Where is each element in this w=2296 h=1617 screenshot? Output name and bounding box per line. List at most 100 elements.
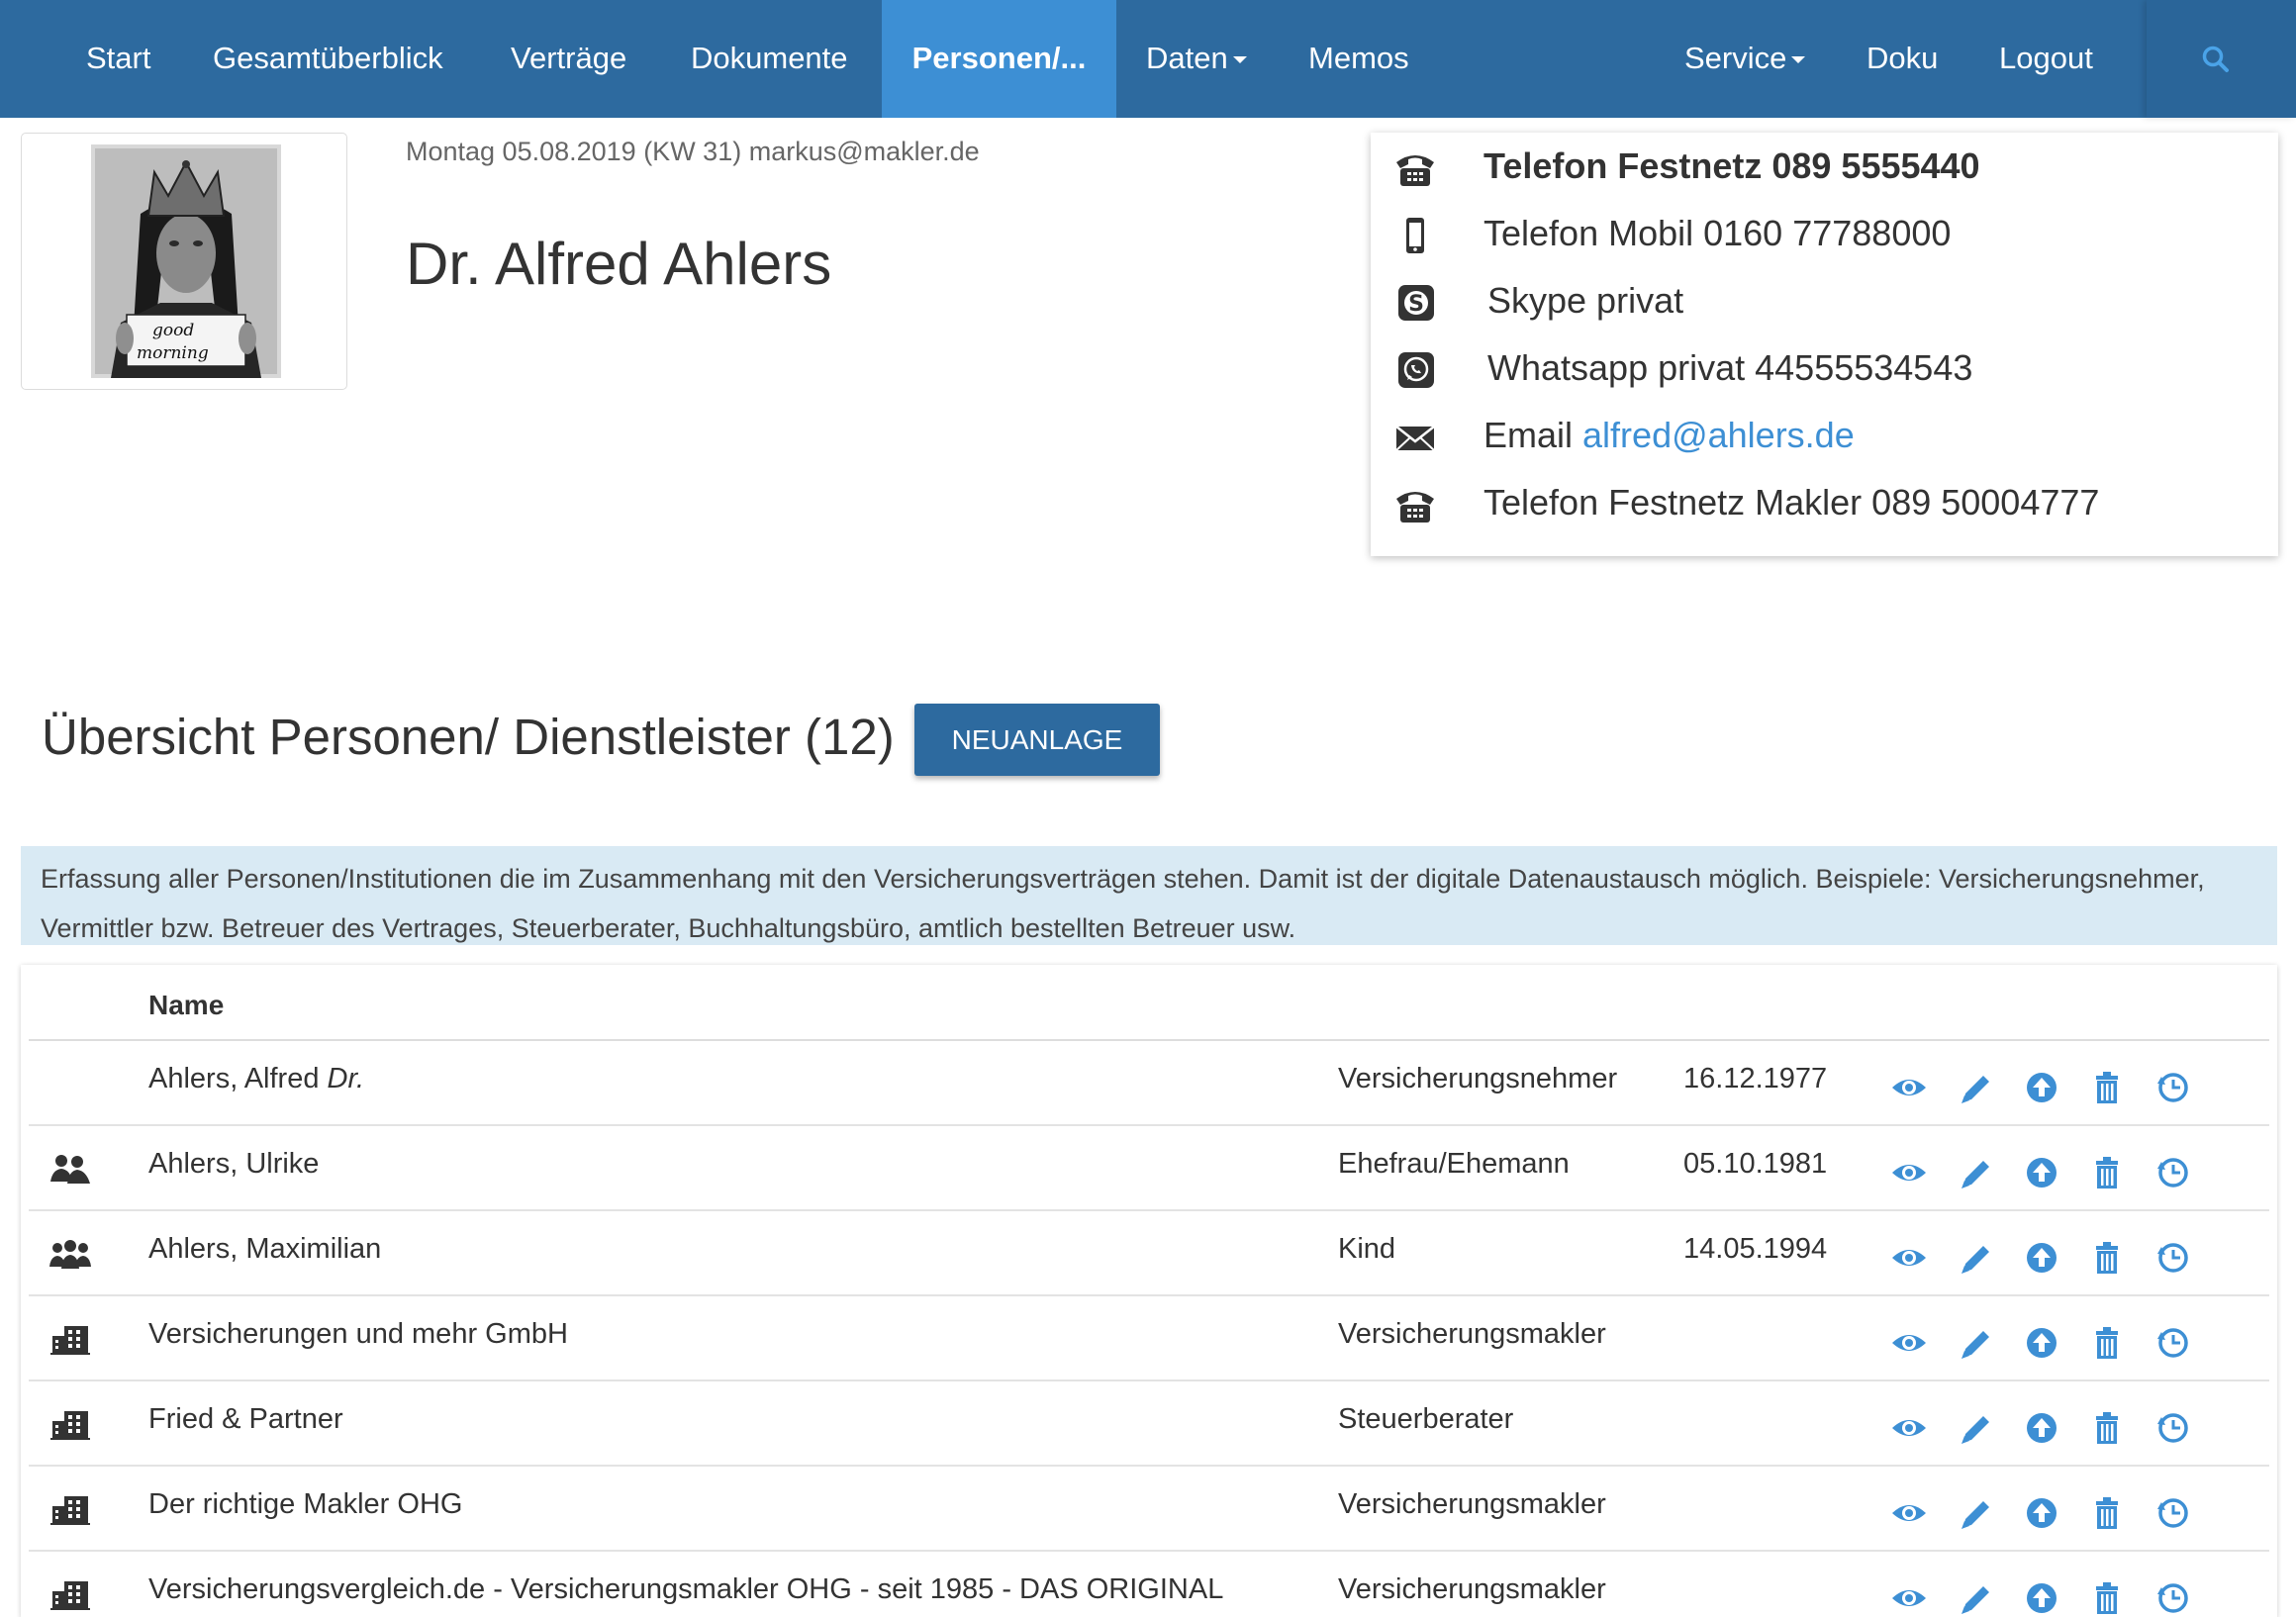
upload-button[interactable] xyxy=(2022,1578,2061,1617)
nav-service[interactable]: Service xyxy=(1684,0,1806,118)
row-name-text: Ahlers, Alfred xyxy=(148,1063,328,1094)
nav-logout[interactable]: Logout xyxy=(1999,0,2093,118)
row-date: 16.12.1977 xyxy=(1683,1063,1828,1094)
history-button[interactable] xyxy=(2153,1408,2193,1448)
delete-button[interactable] xyxy=(2087,1493,2127,1533)
upload-icon xyxy=(2027,1583,2057,1613)
search-button[interactable] xyxy=(2147,0,2296,118)
nav-vertraege[interactable]: Verträge xyxy=(511,0,626,118)
delete-button[interactable] xyxy=(2087,1323,2127,1363)
row-role: Steuerberater xyxy=(1338,1403,1514,1435)
persons-table: Name Ahlers, Alfred Dr. Versicherungsnehm… xyxy=(21,965,2277,1617)
table-row[interactable]: Versicherungsvergleich.de - Versicherung… xyxy=(29,1552,2269,1617)
row-name[interactable]: Versicherungen und mehr GmbH xyxy=(148,1318,568,1351)
contact-text: Telefon Mobil 0160 77788000 xyxy=(1483,213,1952,253)
upload-button[interactable] xyxy=(2022,1238,2061,1278)
view-button[interactable] xyxy=(1889,1408,1929,1448)
history-button[interactable] xyxy=(2153,1323,2193,1363)
row-role: Versicherungsmakler xyxy=(1338,1488,1606,1520)
view-button[interactable] xyxy=(1889,1068,1929,1107)
history-icon xyxy=(2157,1073,2188,1102)
edit-button[interactable] xyxy=(1956,1153,1995,1192)
edit-icon xyxy=(1961,1161,1989,1189)
view-button[interactable] xyxy=(1889,1238,1929,1278)
info-box: Erfassung aller Personen/Institutionen d… xyxy=(21,846,2277,945)
edit-button[interactable] xyxy=(1956,1408,1995,1448)
row-name-text: Versicherungen und mehr GmbH xyxy=(148,1318,568,1350)
upload-button[interactable] xyxy=(2022,1408,2061,1448)
new-entry-button[interactable]: NEUANLAGE xyxy=(914,704,1160,776)
contact-text: Telefon Festnetz Makler 089 50004777 xyxy=(1483,482,2100,523)
person-name: Dr. Alfred Ahlers xyxy=(406,231,832,297)
history-icon xyxy=(2157,1158,2188,1188)
table-row[interactable]: Ahlers, Alfred Dr. Versicherungsnehmer 16.… xyxy=(29,1041,2269,1126)
delete-button[interactable] xyxy=(2087,1578,2127,1617)
search-icon xyxy=(2202,46,2229,72)
top-navbar: Start Gesamtüberblick Verträge Dokumente… xyxy=(0,0,2296,118)
row-name[interactable]: Ahlers, Maximilian xyxy=(148,1233,381,1266)
upload-button[interactable] xyxy=(2022,1068,2061,1107)
couple-icon xyxy=(50,1155,90,1184)
row-role: Kind xyxy=(1338,1233,1396,1265)
view-button[interactable] xyxy=(1889,1578,1929,1617)
view-button[interactable] xyxy=(1889,1153,1929,1192)
contact-text: Email alfred@ahlers.de xyxy=(1483,415,1855,456)
edit-button[interactable] xyxy=(1956,1493,1995,1533)
view-button[interactable] xyxy=(1889,1493,1929,1533)
building-icon xyxy=(50,1581,90,1610)
view-button[interactable] xyxy=(1889,1323,1929,1363)
row-name[interactable]: Versicherungsvergleich.de - Versicherung… xyxy=(148,1573,1223,1606)
nav-doku[interactable]: Doku xyxy=(1866,0,1938,118)
upload-icon xyxy=(2027,1328,2057,1358)
nav-gesamtueberblick[interactable]: Gesamtüberblick xyxy=(213,0,443,118)
phone-icon xyxy=(1396,155,1434,186)
delete-button[interactable] xyxy=(2087,1238,2127,1278)
history-button[interactable] xyxy=(2153,1153,2193,1192)
row-name[interactable]: Der richtige Makler OHG xyxy=(148,1488,462,1521)
upload-button[interactable] xyxy=(2022,1493,2061,1533)
row-name[interactable]: Fried & Partner xyxy=(148,1403,343,1436)
table-row[interactable]: Ahlers, Maximilian Kind 14.05.1994 xyxy=(29,1211,2269,1296)
upload-button[interactable] xyxy=(2022,1323,2061,1363)
nav-personen[interactable]: Personen/... xyxy=(882,0,1116,118)
column-header-name[interactable]: Name xyxy=(148,990,224,1021)
trash-icon xyxy=(2096,1157,2118,1189)
edit-button[interactable] xyxy=(1956,1578,1995,1617)
eye-icon xyxy=(1892,1080,1926,1095)
history-icon xyxy=(2157,1498,2188,1528)
nav-daten[interactable]: Daten xyxy=(1146,0,1247,118)
history-button[interactable] xyxy=(2153,1578,2193,1617)
contact-card: Telefon Festnetz 089 5555440 Telefon Mob… xyxy=(1371,133,2278,556)
history-button[interactable] xyxy=(2153,1238,2193,1278)
edit-button[interactable] xyxy=(1956,1238,1995,1278)
profile-photo-card[interactable]: good morning xyxy=(21,133,347,390)
delete-button[interactable] xyxy=(2087,1153,2127,1192)
history-button[interactable] xyxy=(2153,1493,2193,1533)
trash-icon xyxy=(2096,1412,2118,1444)
nav-memos[interactable]: Memos xyxy=(1308,0,1409,118)
edit-button[interactable] xyxy=(1956,1068,1995,1107)
row-name-title: Dr. xyxy=(327,1063,365,1094)
upload-button[interactable] xyxy=(2022,1153,2061,1192)
family-icon xyxy=(49,1240,91,1269)
nav-start[interactable]: Start xyxy=(86,0,150,118)
delete-button[interactable] xyxy=(2087,1408,2127,1448)
row-role: Versicherungsmakler xyxy=(1338,1573,1606,1605)
trash-icon xyxy=(2096,1582,2118,1614)
history-button[interactable] xyxy=(2153,1068,2193,1107)
email-link[interactable]: alfred@ahlers.de xyxy=(1582,415,1855,455)
table-row[interactable]: Der richtige Makler OHG Versicherungsmakl… xyxy=(29,1467,2269,1552)
nav-service-label: Service xyxy=(1684,41,1787,75)
contact-text: Skype privat xyxy=(1487,280,1684,321)
table-row[interactable]: Ahlers, Ulrike Ehefrau/Ehemann 05.10.1981 xyxy=(29,1126,2269,1211)
nav-dokumente[interactable]: Dokumente xyxy=(691,0,848,118)
edit-button[interactable] xyxy=(1956,1323,1995,1363)
row-name-text: Fried & Partner xyxy=(148,1403,343,1435)
table-row[interactable]: Versicherungen und mehr GmbH Versicherung… xyxy=(29,1296,2269,1381)
row-name[interactable]: Ahlers, Alfred Dr. xyxy=(148,1063,364,1095)
delete-button[interactable] xyxy=(2087,1068,2127,1107)
whatsapp-icon xyxy=(1398,352,1434,388)
svg-text:good: good xyxy=(152,321,194,340)
row-name[interactable]: Ahlers, Ulrike xyxy=(148,1148,319,1181)
table-row[interactable]: Fried & Partner Steuerberater xyxy=(29,1381,2269,1467)
